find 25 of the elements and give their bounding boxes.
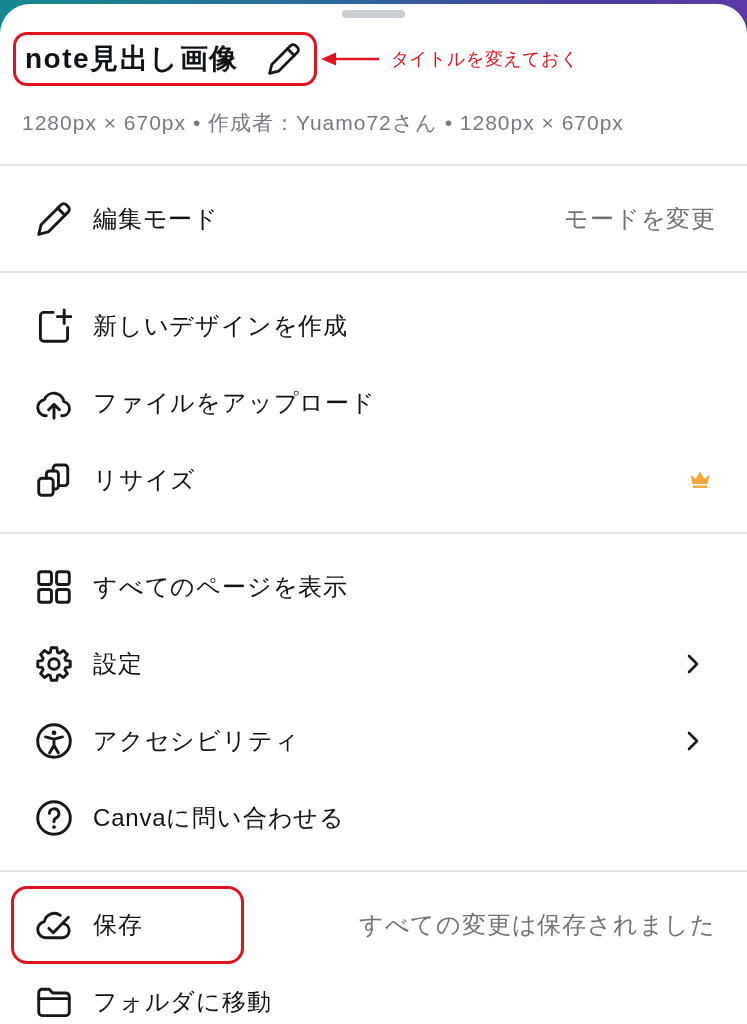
menu-item[interactable]: フォルダに移動 (36, 983, 272, 1020)
detail-text: モードを変更 (564, 203, 716, 234)
help-icon (36, 799, 72, 836)
pencil-icon (36, 200, 72, 237)
grid-icon (36, 568, 72, 605)
menu-item[interactable]: Canvaに問い合わせる (36, 799, 345, 836)
menu-item[interactable]: 設定 (36, 645, 143, 682)
menu-item[interactable]: 保存 (36, 906, 143, 943)
stacked-squares-icon (36, 461, 72, 498)
document-title: note見出し画像 (25, 42, 239, 76)
menu-item[interactable]: すべてのページを表示 (36, 568, 348, 605)
annotation-text: タイトルを変えておく (390, 48, 579, 71)
settings-icon (36, 645, 72, 682)
menu-item[interactable]: リサイズ (36, 461, 197, 498)
plus-square-icon (36, 307, 72, 344)
detail-text: すべての変更は保存されました (358, 909, 716, 940)
menu-item[interactable]: アクセシビリティ (36, 722, 300, 759)
pencil-icon[interactable] (266, 42, 301, 76)
design-info-text: 1280px × 670px • 作成者：Yuamo72さん • 1280px × 670px (22, 111, 624, 135)
annotation-arrow (320, 51, 381, 67)
menu-item[interactable]: ファイルをアップロード (36, 384, 376, 421)
menu-item[interactable]: 編集モード (36, 200, 219, 237)
accessibility-icon (36, 722, 72, 759)
menu-item[interactable]: 新しいデザインを作成 (36, 307, 348, 344)
drag-handle[interactable] (342, 10, 405, 18)
